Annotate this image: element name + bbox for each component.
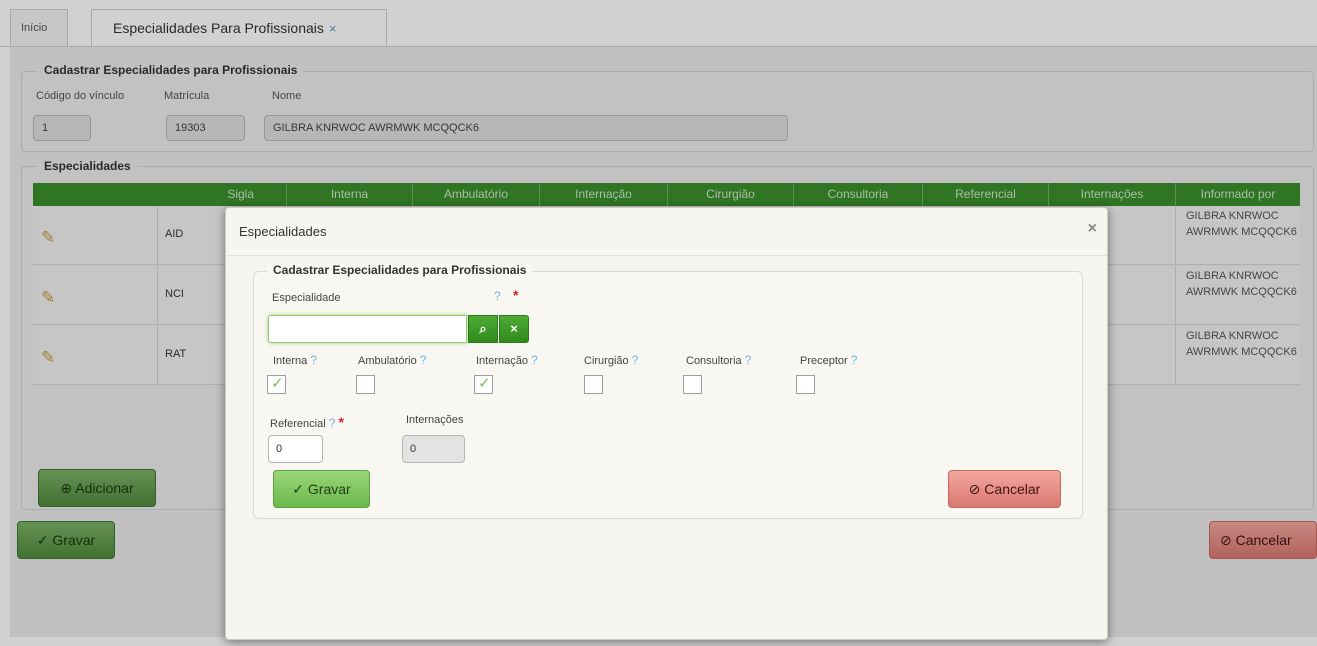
help-icon: ? bbox=[850, 353, 858, 367]
checkbox-cirurgiao[interactable] bbox=[584, 375, 603, 394]
close-icon[interactable]: × bbox=[1088, 220, 1097, 238]
required-icon: * bbox=[513, 287, 519, 303]
checkbox-internacao[interactable]: ✓ bbox=[474, 375, 493, 394]
help-icon: ? bbox=[744, 353, 752, 367]
help-icon: ? bbox=[419, 353, 427, 367]
checkbox-interna[interactable]: ✓ bbox=[267, 375, 286, 394]
modal-save-label: Gravar bbox=[307, 481, 351, 497]
checkbox-ambulatorio[interactable] bbox=[356, 375, 375, 394]
modal-cancel-button[interactable]: ⊘ Cancelar bbox=[948, 470, 1061, 508]
checkbox-label-consultoria: Consultoria ? bbox=[686, 353, 752, 367]
cancel-icon: ⊘ bbox=[968, 481, 981, 497]
internacoes-label: Internações bbox=[406, 414, 464, 426]
check-icon: ✓ bbox=[292, 481, 305, 497]
modal-legend: Cadastrar Especialidades para Profission… bbox=[267, 263, 533, 277]
checkbox-label-preceptor: Preceptor ? bbox=[800, 353, 858, 367]
referencial-input[interactable]: 0 bbox=[268, 435, 323, 463]
checkbox-consultoria[interactable] bbox=[683, 375, 702, 394]
help-icon[interactable]: ? bbox=[494, 289, 501, 303]
especialidades-modal: Especialidades × Cadastrar Especialidade… bbox=[225, 207, 1108, 640]
check-icon: ✓ bbox=[478, 375, 491, 392]
checkbox-label-internacao: Internação ? bbox=[476, 353, 538, 367]
checkbox-label-interna: Interna ? bbox=[273, 353, 317, 367]
required-icon: * bbox=[338, 414, 344, 430]
modal-header: Especialidades × bbox=[226, 208, 1107, 256]
especialidade-label: Especialidade bbox=[272, 292, 341, 304]
referencial-label: Referencial ? * bbox=[270, 414, 344, 430]
internacoes-field[interactable]: 0 bbox=[402, 435, 465, 463]
checkbox-label-ambulatorio: Ambulatório ? bbox=[358, 353, 427, 367]
clear-icon[interactable]: × bbox=[499, 315, 529, 343]
modal-title: Especialidades bbox=[239, 224, 327, 239]
help-icon: ? bbox=[328, 416, 336, 430]
help-icon: ? bbox=[531, 353, 538, 367]
modal-save-button[interactable]: ✓ Gravar bbox=[273, 470, 370, 508]
help-icon: ? bbox=[631, 353, 639, 367]
help-icon: ? bbox=[310, 353, 317, 367]
checkbox-preceptor[interactable] bbox=[796, 375, 815, 394]
checkbox-label-cirurgiao: Cirurgião ? bbox=[584, 353, 639, 367]
check-icon: ✓ bbox=[271, 375, 284, 392]
especialidade-input[interactable] bbox=[268, 315, 467, 343]
modal-cancel-label: Cancelar bbox=[984, 481, 1041, 497]
search-icon[interactable]: ⌕ bbox=[468, 315, 498, 343]
